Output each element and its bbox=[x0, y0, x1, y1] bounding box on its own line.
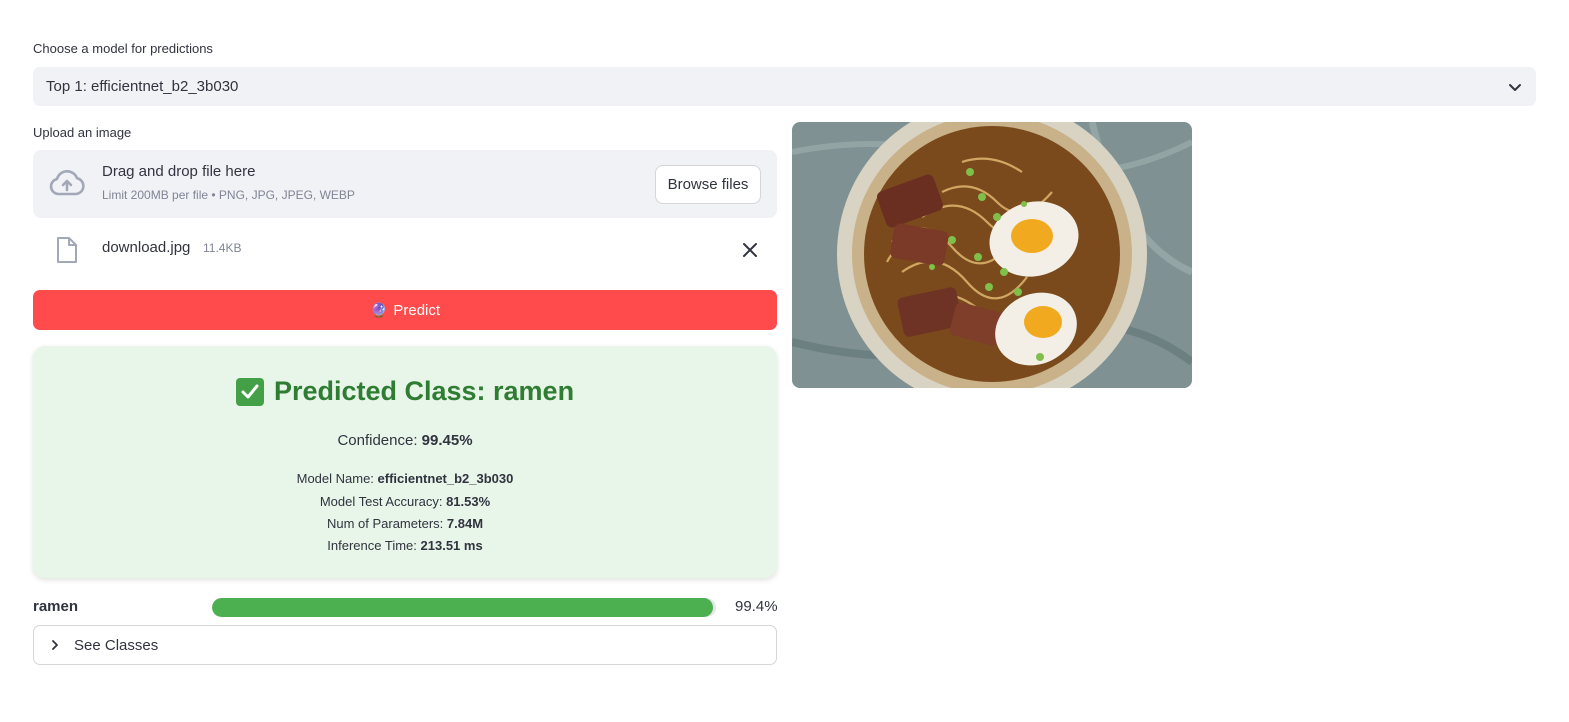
model-select-label: Choose a model for predictions bbox=[33, 41, 213, 56]
close-icon[interactable] bbox=[740, 240, 760, 260]
file-name: download.jpg bbox=[102, 239, 191, 256]
file-dropzone[interactable]: Drag and drop file here Limit 200MB per … bbox=[33, 150, 777, 218]
uploaded-file-row: download.jpg 11.4KB bbox=[33, 228, 777, 272]
accuracy-label: Model Test Accuracy: bbox=[319, 494, 447, 509]
model-name-value: efficientnet_b2_3b030 bbox=[377, 471, 514, 486]
inference-value: 213.51 ms bbox=[420, 538, 483, 553]
see-classes-expander[interactable]: See Classes bbox=[33, 625, 777, 665]
uploaded-image-preview bbox=[792, 122, 1192, 388]
probability-class-name: ramen bbox=[33, 598, 79, 615]
params-value: 7.84M bbox=[446, 516, 484, 531]
file-icon bbox=[57, 237, 77, 263]
dropzone-subtitle: Limit 200MB per file • PNG, JPG, JPEG, W… bbox=[102, 188, 355, 202]
inference-label: Inference Time: bbox=[327, 538, 421, 553]
predict-button[interactable]: 🔮 Predict bbox=[33, 290, 777, 330]
see-classes-label: See Classes bbox=[74, 636, 159, 654]
model-select[interactable]: Top 1: efficientnet_b2_3b030 bbox=[33, 67, 1536, 106]
browse-files-button[interactable]: Browse files bbox=[655, 165, 761, 204]
model-select-value: Top 1: efficientnet_b2_3b030 bbox=[46, 78, 239, 95]
accuracy-value: 81.53% bbox=[446, 494, 491, 509]
model-name-line: Model Name: efficientnet_b2_3b030 bbox=[33, 471, 777, 486]
predict-button-label: Predict bbox=[393, 301, 441, 319]
predicted-class-heading: Predicted Class: ramen bbox=[33, 376, 777, 407]
confidence-line: Confidence: 99.45% bbox=[33, 432, 777, 449]
probability-bar-fill bbox=[212, 598, 713, 617]
prediction-result-card: Predicted Class: ramen Confidence: 99.45… bbox=[33, 346, 777, 578]
predicted-class-text: Predicted Class: ramen bbox=[273, 376, 575, 406]
upload-label: Upload an image bbox=[33, 125, 132, 140]
ramen-bowl-image bbox=[792, 122, 1192, 388]
crystal-ball-icon: 🔮 bbox=[369, 301, 388, 318]
accuracy-line: Model Test Accuracy: 81.53% bbox=[33, 494, 777, 509]
cloud-upload-icon bbox=[49, 169, 85, 196]
model-name-label: Model Name: bbox=[296, 471, 378, 486]
confidence-label: Confidence: bbox=[337, 432, 422, 449]
chevron-right-icon bbox=[52, 640, 58, 650]
probability-bar bbox=[212, 598, 716, 617]
inference-line: Inference Time: 213.51 ms bbox=[33, 538, 777, 553]
file-size: 11.4KB bbox=[203, 241, 242, 255]
confidence-value: 99.45% bbox=[421, 432, 473, 449]
params-line: Num of Parameters: 7.84M bbox=[33, 516, 777, 531]
chevron-down-icon bbox=[1509, 84, 1521, 91]
dropzone-title: Drag and drop file here bbox=[102, 163, 256, 180]
params-label: Num of Parameters: bbox=[326, 516, 447, 531]
probability-percent: 99.4% bbox=[735, 598, 778, 615]
check-icon bbox=[235, 377, 264, 406]
